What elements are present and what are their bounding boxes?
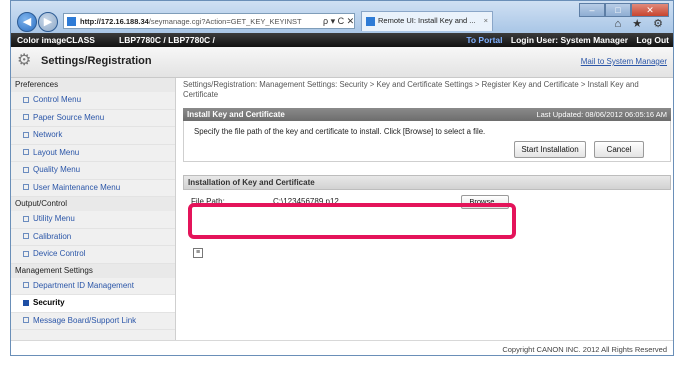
- bullet-icon: [23, 96, 29, 103]
- bullet-icon: [23, 149, 29, 156]
- site-favicon-icon: [67, 17, 76, 26]
- sidebar-item-label: Calibration: [33, 231, 72, 241]
- breadcrumb: Settings/Registration: Management Settin…: [183, 80, 639, 99]
- address-host: http://172.16.188.34: [80, 17, 149, 26]
- bullet-icon: [23, 317, 29, 324]
- main-content: Settings/Registration: Management Settin…: [183, 80, 671, 216]
- sidebar-item-device-control[interactable]: Device Control: [11, 246, 175, 264]
- sidebar-section-output-control: Output/Control: [11, 197, 175, 211]
- bullet-icon: [23, 131, 29, 138]
- app-header: Color imageCLASS LBP7780C / LBP7780C / T…: [11, 33, 673, 47]
- header-links: To Portal Login User: System Manager Log…: [460, 33, 669, 47]
- sidebar-item-control-menu[interactable]: Control Menu: [11, 92, 175, 110]
- page-title: Settings/Registration: [41, 55, 152, 67]
- sidebar-item-label: Layout Menu: [33, 147, 80, 157]
- tab-favicon-icon: [366, 17, 375, 26]
- highlight-annotation: [188, 203, 516, 239]
- back-button[interactable]: ◀: [17, 12, 37, 32]
- maximize-button[interactable]: □: [605, 3, 631, 17]
- panel-header: Install Key and Certificate Last Updated…: [183, 108, 671, 121]
- bullet-icon: [23, 166, 29, 173]
- sidebar: Preferences Control Menu Paper Source Me…: [11, 78, 176, 340]
- page-title-bar: ⚙ Settings/Registration Mail to System M…: [11, 47, 673, 78]
- close-window-button[interactable]: ✕: [631, 3, 669, 17]
- browser-window: ◀ ▶ http://172.16.188.34/seymanage.cgi?A…: [10, 0, 674, 356]
- sidebar-item-calibration[interactable]: Calibration: [11, 229, 175, 246]
- sidebar-section-management-settings: Management Settings: [11, 263, 175, 278]
- copyright-text: Copyright CANON INC. 2012 All Rights Res…: [502, 345, 667, 354]
- bullet-icon: [23, 233, 29, 240]
- instruction-text: Specify the file path of the key and cer…: [194, 127, 486, 136]
- sidebar-item-label: User Maintenance Menu: [33, 182, 121, 192]
- panel-body: Specify the file path of the key and cer…: [183, 121, 671, 162]
- footer: Copyright CANON INC. 2012 All Rights Res…: [11, 340, 673, 355]
- sidebar-item-label: Paper Source Menu: [33, 112, 105, 122]
- tab-title: Remote UI: Install Key and ...: [378, 16, 476, 25]
- sidebar-item-department-id-management[interactable]: Department ID Management: [11, 278, 175, 295]
- forward-button[interactable]: ▶: [38, 12, 58, 32]
- sidebar-item-quality-menu[interactable]: Quality Menu: [11, 162, 175, 180]
- bullet-icon: [23, 114, 29, 121]
- mail-to-system-manager-link[interactable]: Mail to System Manager: [581, 57, 667, 66]
- sidebar-item-label: Utility Menu: [33, 214, 75, 223]
- installation-section-header: Installation of Key and Certificate: [183, 175, 671, 190]
- bullet-icon: [23, 215, 29, 222]
- address-bar[interactable]: http://172.16.188.34/seymanage.cgi?Actio…: [63, 13, 355, 29]
- home-favorites-tools-icons[interactable]: ⌂ ★ ⚙: [615, 17, 667, 30]
- sidebar-item-utility-menu[interactable]: Utility Menu: [11, 211, 175, 229]
- address-path: /seymanage.cgi?Action=GET_KEY_KEYINST: [148, 17, 302, 26]
- last-updated-text: Last Updated: 08/06/2012 06:05:16 AM: [536, 110, 667, 119]
- bullet-icon: [23, 299, 29, 306]
- tab-close-icon[interactable]: ×: [484, 12, 488, 30]
- sidebar-item-label: Quality Menu: [33, 165, 81, 174]
- login-user-text: Login User: System Manager: [510, 35, 629, 45]
- sidebar-item-layout-menu[interactable]: Layout Menu: [11, 145, 175, 162]
- browser-tab[interactable]: Remote UI: Install Key and ... ×: [361, 11, 493, 31]
- cancel-button[interactable]: Cancel: [594, 141, 644, 158]
- sidebar-item-message-board-support-link[interactable]: Message Board/Support Link: [11, 313, 175, 330]
- bullet-icon: [23, 250, 29, 257]
- window-controls: – □ ✕: [579, 3, 669, 17]
- sidebar-item-label: Message Board/Support Link: [33, 315, 137, 325]
- panel-title: Install Key and Certificate: [187, 110, 285, 119]
- sidebar-item-user-maintenance-menu[interactable]: User Maintenance Menu: [11, 180, 175, 197]
- settings-gear-icon: ⚙: [17, 52, 32, 69]
- browser-chrome: ◀ ▶ http://172.16.188.34/seymanage.cgi?A…: [11, 1, 673, 33]
- bullet-icon: [23, 282, 29, 289]
- sidebar-item-network[interactable]: Network: [11, 127, 175, 145]
- brand-name: Color imageCLASS: [17, 35, 95, 45]
- sidebar-item-security[interactable]: Security: [11, 295, 175, 313]
- start-installation-button[interactable]: Start Installation: [514, 141, 586, 158]
- collapse-toggle-icon[interactable]: ≡: [193, 248, 203, 258]
- sidebar-item-label: Security: [33, 298, 65, 307]
- sidebar-item-label: Device Control: [33, 249, 86, 258]
- sidebar-item-paper-source-menu[interactable]: Paper Source Menu: [11, 110, 175, 127]
- sidebar-item-label: Control Menu: [33, 95, 82, 104]
- address-actions[interactable]: ρ ▾ C ✕: [323, 13, 354, 29]
- sidebar-item-label: Department ID Management: [33, 280, 134, 290]
- to-portal-link[interactable]: To Portal: [466, 35, 502, 45]
- sidebar-section-preferences: Preferences: [11, 78, 175, 92]
- minimize-button[interactable]: –: [579, 3, 605, 17]
- log-out-link[interactable]: Log Out: [636, 35, 669, 45]
- bullet-icon: [23, 184, 29, 191]
- printer-model: LBP7780C / LBP7780C /: [119, 35, 215, 45]
- sidebar-item-label: Network: [33, 130, 63, 139]
